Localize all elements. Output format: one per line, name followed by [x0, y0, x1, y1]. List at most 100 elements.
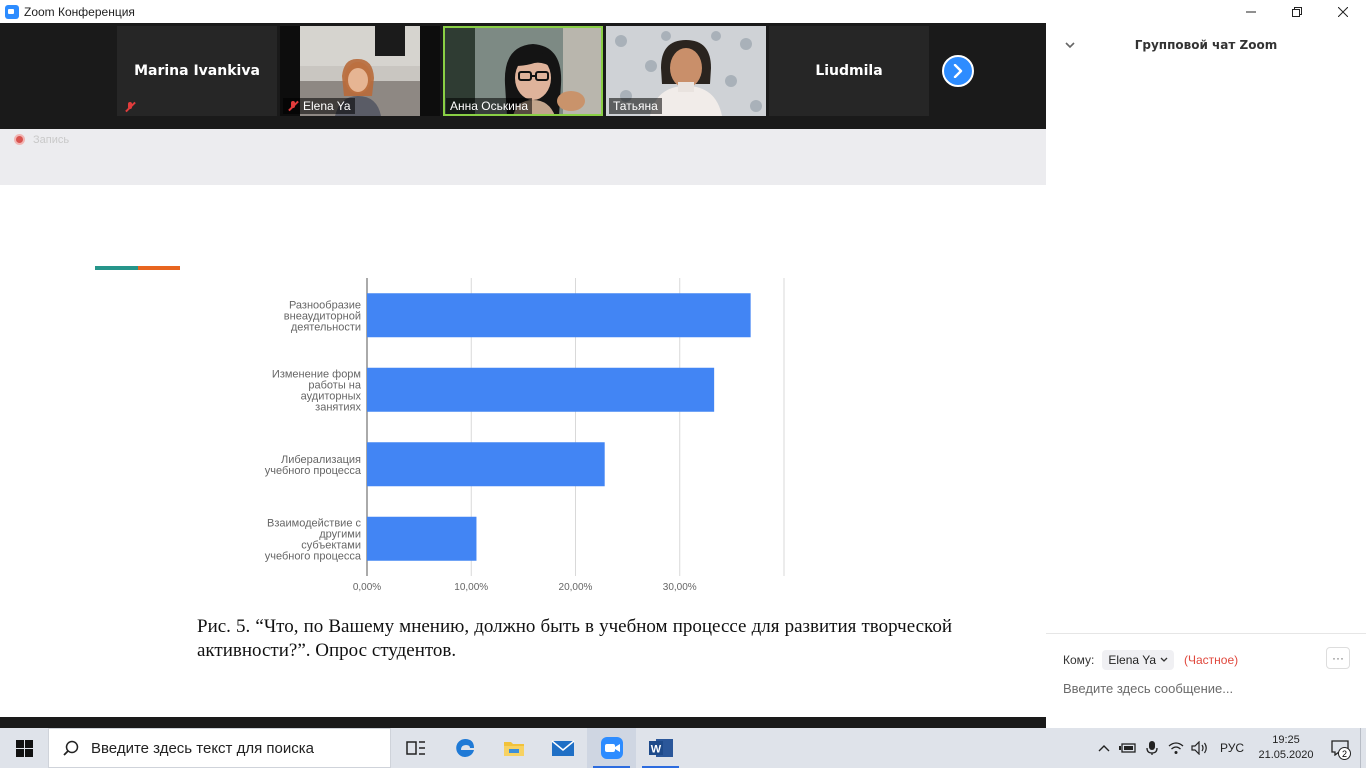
- chat-recipient-row: Кому: Elena Ya (Частное): [1063, 649, 1238, 671]
- chat-title: Групповой чат Zoom: [1134, 38, 1278, 52]
- chart-bar: [367, 442, 605, 487]
- window-title-bar: Zoom Конференция: [0, 0, 1366, 23]
- recording-icon: [14, 134, 25, 145]
- taskbar-clock[interactable]: 19:25 21.05.2020: [1252, 733, 1320, 763]
- participant-name: Elena Ya: [303, 99, 351, 113]
- chevron-right-icon: [953, 64, 963, 78]
- zoom-icon: [600, 737, 623, 759]
- search-placeholder: Введите здесь текст для поиска: [91, 739, 314, 757]
- zoom-app-icon: [5, 4, 19, 19]
- task-view-button[interactable]: [391, 728, 440, 768]
- x-tick-label: 0,00%: [353, 582, 381, 593]
- shared-screen-document: Разнообразие внеаудиторной деятельности Изм…: [0, 185, 1046, 717]
- edge-button[interactable]: [440, 728, 489, 768]
- recording-bar: Запись: [0, 129, 1046, 185]
- speaker-icon: [1191, 741, 1207, 755]
- next-participants-button[interactable]: [942, 55, 974, 87]
- x-tick-label: 30,00%: [663, 582, 697, 593]
- window-controls: [1228, 0, 1366, 23]
- more-icon: ···: [1332, 651, 1344, 665]
- participant-name: Татьяна: [613, 99, 658, 113]
- accent-line-orange: [138, 266, 180, 270]
- word-taskbar-button[interactable]: W: [636, 728, 685, 768]
- zoom-taskbar-button[interactable]: [587, 728, 636, 768]
- figure-caption: Рис. 5. “Что, по Вашему мнению, должно б…: [197, 616, 952, 661]
- network-button[interactable]: [1164, 728, 1188, 768]
- search-icon: [63, 740, 79, 756]
- taskbar-search-box[interactable]: Введите здесь текст для поиска: [48, 728, 391, 768]
- more-options-button[interactable]: ···: [1326, 647, 1350, 669]
- file-explorer-button[interactable]: [489, 728, 538, 768]
- close-button[interactable]: [1320, 0, 1366, 23]
- microphone-icon: [1146, 741, 1158, 755]
- chart-bar: [367, 293, 751, 338]
- video-strip: Marina Ivankiva Elena Ya Анна Оськина Та…: [0, 23, 1046, 129]
- input-language-indicator[interactable]: РУС: [1220, 741, 1244, 755]
- close-icon: [1338, 6, 1348, 17]
- to-label: Кому:: [1063, 653, 1095, 667]
- start-button[interactable]: [0, 728, 48, 768]
- mail-button[interactable]: [538, 728, 587, 768]
- minimize-button[interactable]: [1228, 0, 1274, 23]
- recipient-name: Elena Ya: [1108, 653, 1156, 667]
- participant-name: Marina Ivankiva: [134, 63, 260, 79]
- participant-tile-active-speaker[interactable]: Анна Оськина: [443, 26, 603, 116]
- participant-label: Татьяна: [609, 98, 662, 114]
- show-desktop-button[interactable]: [1360, 728, 1366, 768]
- participant-label: Анна Оськина: [446, 98, 533, 114]
- participant-tile[interactable]: Liudmila: [769, 26, 929, 116]
- word-icon: W: [648, 739, 673, 757]
- participant-name: Анна Оськина: [450, 99, 529, 113]
- recording-label: Запись: [33, 134, 70, 146]
- participant-label: [120, 100, 140, 114]
- chevron-down-icon: [1160, 657, 1168, 662]
- volume-button[interactable]: [1188, 728, 1212, 768]
- system-tray: РУС 19:25 21.05.2020 2: [1092, 728, 1366, 768]
- edge-icon: [455, 739, 474, 757]
- mail-icon: [551, 740, 574, 756]
- battery-button[interactable]: [1116, 728, 1140, 768]
- recipient-dropdown[interactable]: Elena Ya: [1102, 650, 1174, 670]
- windows-logo-icon: [15, 739, 33, 757]
- chart-bar: [367, 516, 477, 561]
- clock-time: 19:25: [1272, 734, 1300, 746]
- divider: [1046, 633, 1366, 634]
- x-tick-label: 10,00%: [454, 582, 488, 593]
- accent-line-teal: [95, 266, 138, 270]
- category-label: учебного процесса: [265, 550, 362, 562]
- file-explorer-icon: [503, 742, 524, 756]
- participant-tile[interactable]: Elena Ya: [280, 26, 440, 116]
- svg-text:W: W: [650, 744, 661, 756]
- window-title: Zoom Конференция: [24, 4, 135, 19]
- participant-tile[interactable]: Marina Ivankiva: [117, 26, 277, 116]
- microphone-button[interactable]: [1140, 728, 1164, 768]
- bar-chart: РазнообразиевнеаудиторнойдеятельностиИзм…: [265, 278, 785, 593]
- taskbar: Введите здесь текст для поиска W РУС 19:…: [0, 728, 1366, 768]
- chat-header: Групповой чат Zoom: [1046, 23, 1366, 68]
- chevron-up-icon: [1098, 745, 1110, 752]
- chat-panel: Групповой чат Zoom Кому: Elena Ya (Частн…: [1046, 23, 1366, 728]
- show-hidden-icons-button[interactable]: [1092, 728, 1116, 768]
- minimize-icon: [1246, 11, 1256, 12]
- restore-icon: [1292, 6, 1302, 17]
- notification-count-badge: 2: [1338, 747, 1351, 760]
- battery-icon: [1118, 743, 1136, 753]
- category-label: деятельности: [291, 321, 361, 333]
- chart-bar: [367, 367, 715, 412]
- chat-message-input[interactable]: [1063, 678, 1353, 698]
- action-center-button[interactable]: 2: [1320, 728, 1360, 768]
- restore-button[interactable]: [1274, 0, 1320, 23]
- task-view-icon: [405, 741, 425, 755]
- participant-tile[interactable]: Татьяна: [606, 26, 766, 116]
- share-bottom-bar: [0, 717, 1046, 728]
- participant-label: Elena Ya: [283, 98, 355, 114]
- wifi-icon: [1168, 742, 1184, 754]
- category-label: занятиях: [315, 401, 361, 413]
- mic-muted-icon: [287, 100, 299, 112]
- private-label: (Частное): [1184, 653, 1239, 667]
- category-label: учебного процесса: [265, 465, 362, 477]
- participant-name: Liudmila: [815, 63, 883, 79]
- mic-muted-icon: [124, 101, 136, 113]
- x-tick-label: 20,00%: [559, 582, 593, 593]
- clock-date: 21.05.2020: [1258, 749, 1314, 761]
